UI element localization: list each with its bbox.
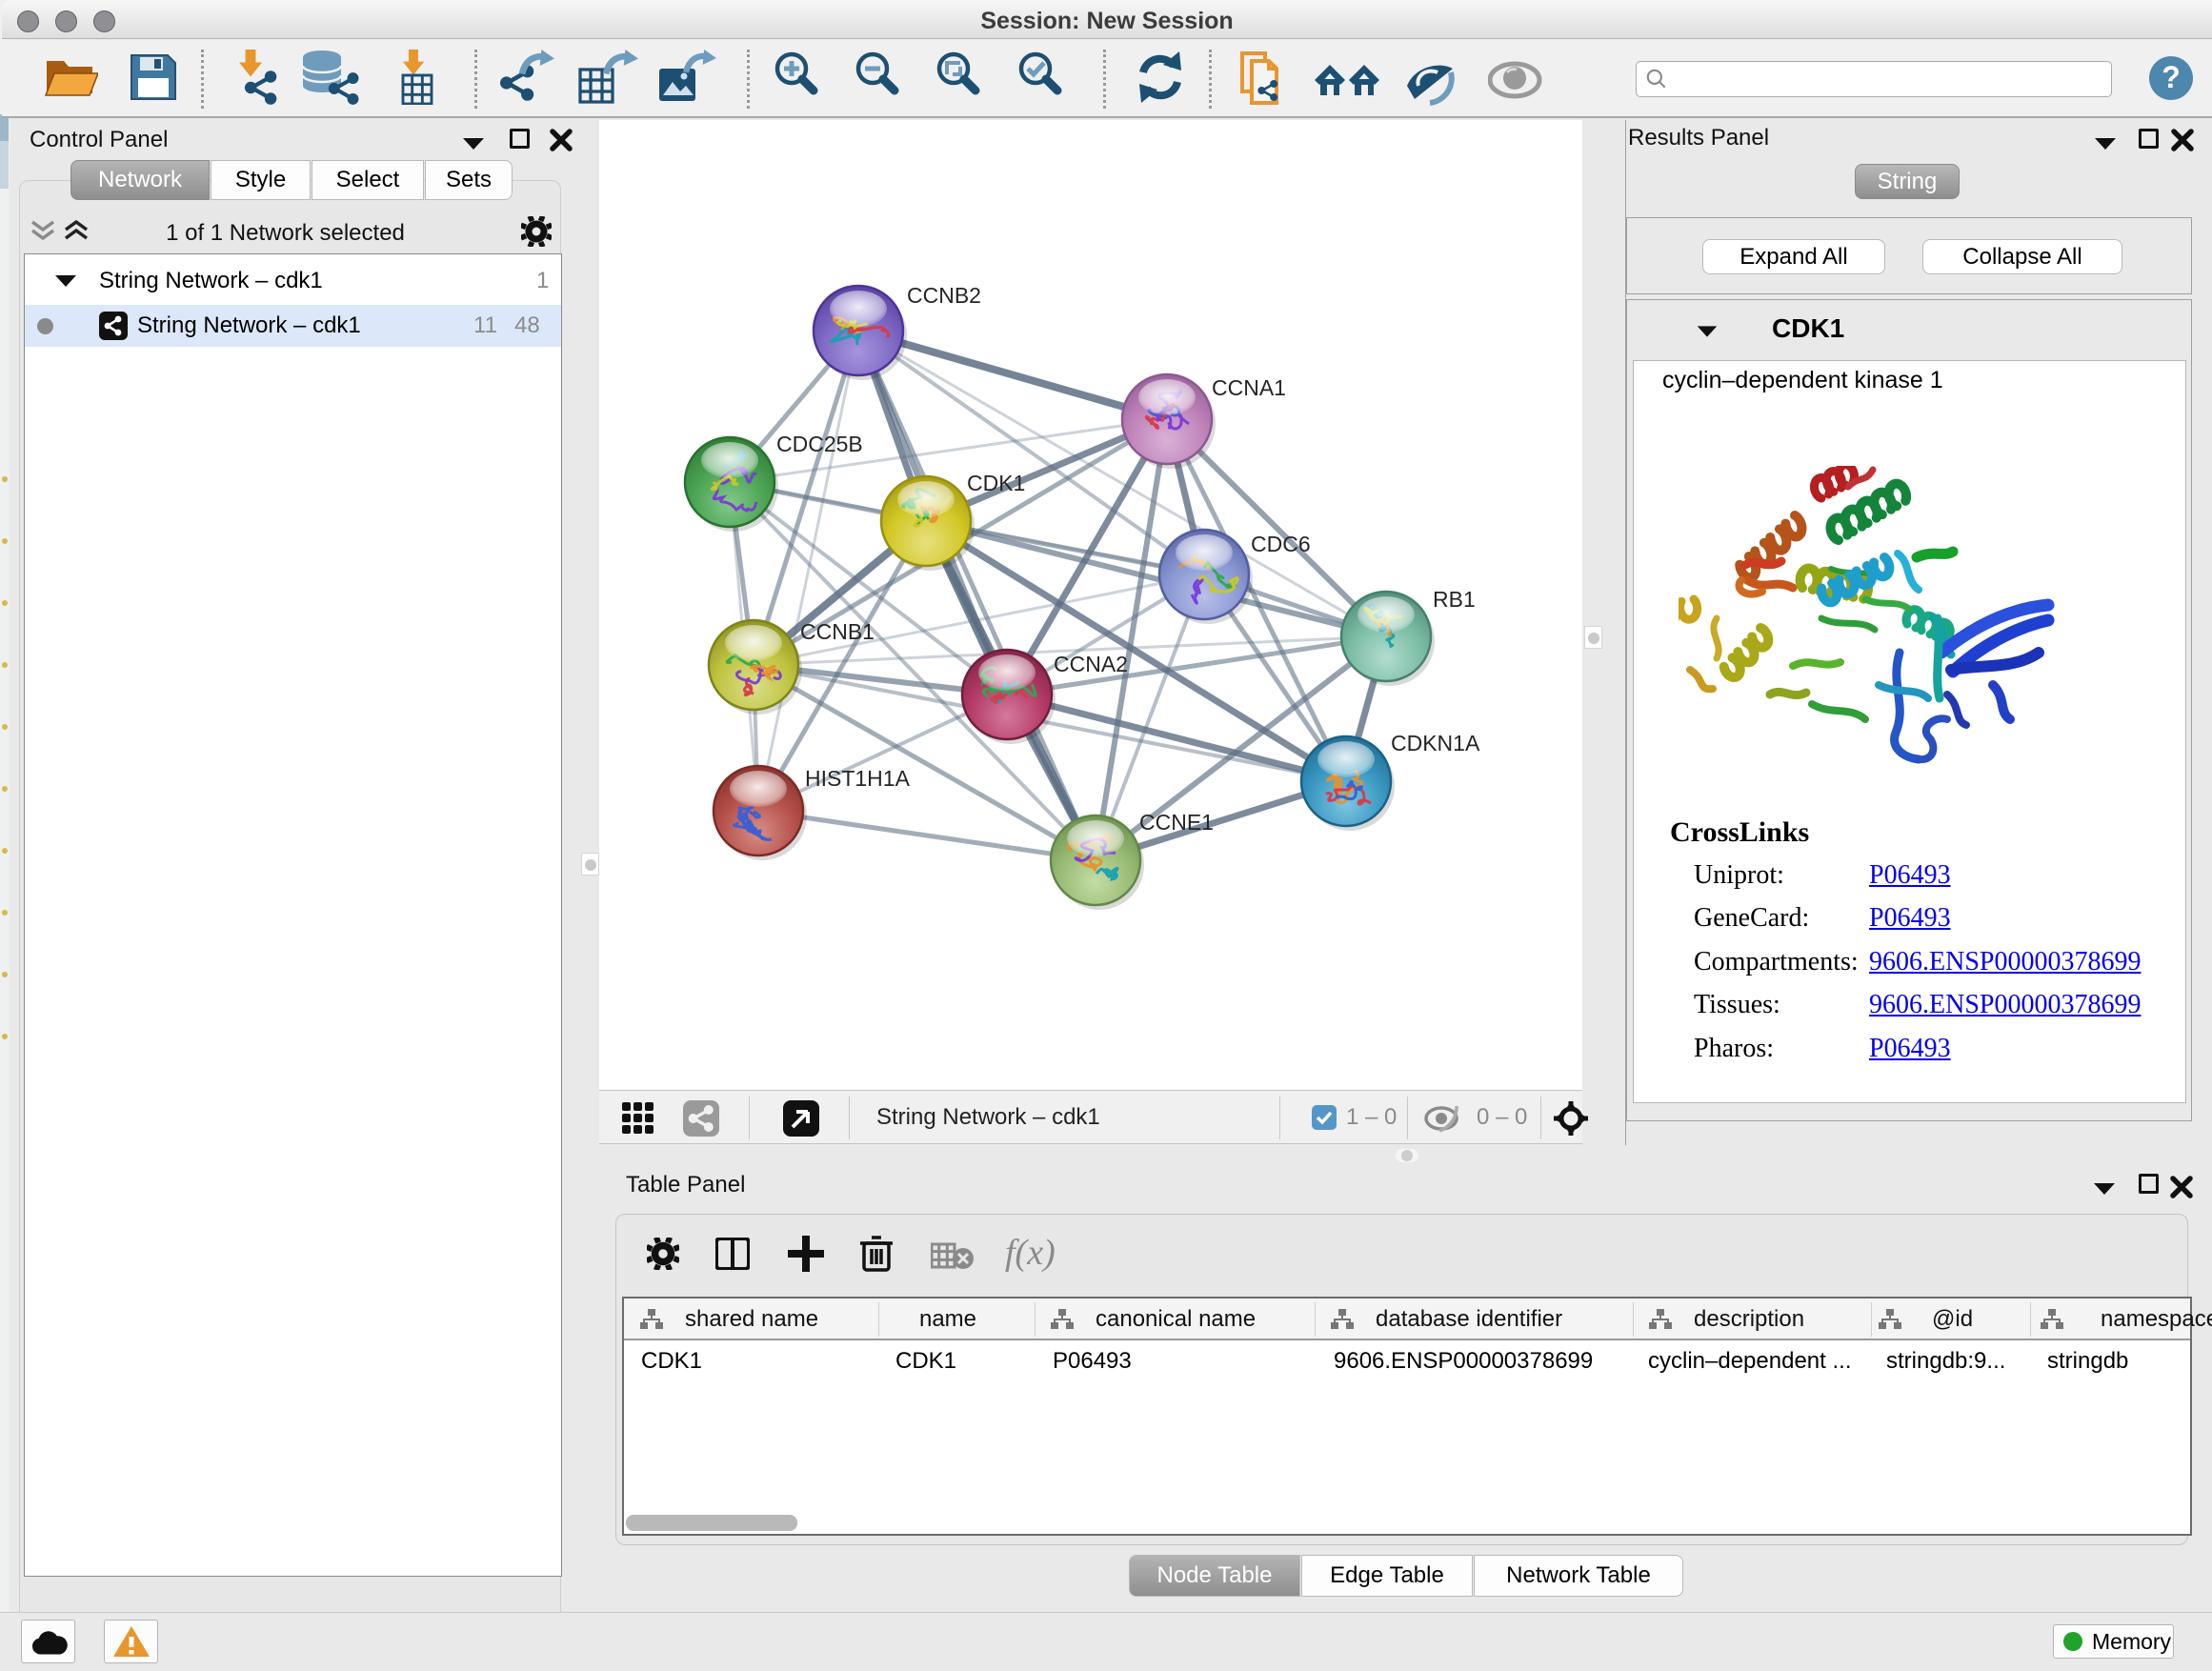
svg-text:CDC6: CDC6	[1251, 532, 1311, 556]
svg-text:CDKN1A: CDKN1A	[1391, 731, 1480, 755]
svg-text:CCNE1: CCNE1	[1139, 810, 1214, 835]
svg-text:?: ?	[2162, 60, 2181, 94]
svg-text:HIST1H1A: HIST1H1A	[805, 766, 911, 791]
svg-text:CDK1: CDK1	[967, 471, 1025, 495]
svg-text:CCNA2: CCNA2	[1054, 652, 1128, 676]
svg-text:RB1: RB1	[1433, 587, 1476, 612]
svg-text:CCNB2: CCNB2	[907, 283, 981, 308]
svg-text:CDC25B: CDC25B	[776, 432, 863, 456]
svg-text:CCNA1: CCNA1	[1212, 375, 1286, 400]
svg-text:CCNB1: CCNB1	[800, 619, 875, 644]
